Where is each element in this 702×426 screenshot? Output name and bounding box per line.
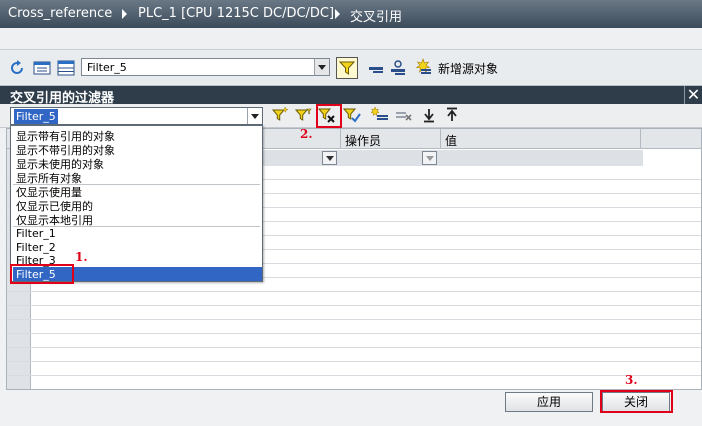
table-row[interactable] xyxy=(7,348,701,362)
filter-new-icon[interactable] xyxy=(271,106,289,124)
filter-copy-icon[interactable] xyxy=(294,106,312,124)
breadcrumb-separator-icon xyxy=(122,9,127,19)
breadcrumb-current: 交叉引用 xyxy=(350,10,403,25)
column-operator[interactable]: 操作员 xyxy=(341,129,441,149)
annotation-box-step2 xyxy=(316,104,342,128)
table-row[interactable] xyxy=(7,306,701,320)
table-row[interactable] xyxy=(7,376,701,389)
filter-select-value: Filter_5 xyxy=(87,61,127,74)
table-row[interactable] xyxy=(7,292,701,306)
refresh-icon[interactable] xyxy=(8,59,26,77)
collapse-icon[interactable] xyxy=(367,59,385,77)
chevron-down-icon[interactable] xyxy=(247,108,262,124)
annotation-box-step3 xyxy=(600,390,673,413)
breadcrumb-plc[interactable]: PLC_1 [CPU 1215C DC/DC/DC] xyxy=(138,6,334,21)
filter-apply-icon[interactable] xyxy=(343,106,361,124)
move-down-icon[interactable] xyxy=(420,106,438,124)
dialog-filter-select[interactable]: Filter_5 xyxy=(10,107,263,125)
chevron-down-icon[interactable] xyxy=(422,151,437,165)
add-row-icon[interactable] xyxy=(371,106,389,124)
list-icon[interactable] xyxy=(33,59,51,77)
new-source-icon[interactable] xyxy=(414,58,432,76)
table-row[interactable] xyxy=(7,334,701,348)
list-item[interactable]: Filter_1 xyxy=(16,227,56,240)
dialog-filter-value: Filter_5 xyxy=(14,109,58,124)
main-toolbar: Filter_5 新增源对象 xyxy=(0,50,702,86)
apply-button[interactable]: 应用 xyxy=(505,392,593,412)
chevron-down-icon[interactable] xyxy=(314,59,329,75)
column-value[interactable]: 值 xyxy=(441,129,641,149)
table-icon[interactable] xyxy=(57,59,75,77)
close-icon[interactable]: ✕ xyxy=(684,86,702,104)
table-row[interactable] xyxy=(7,320,701,334)
annotation-box-step1 xyxy=(10,264,74,284)
table-row[interactable] xyxy=(7,362,701,376)
tree-icon[interactable] xyxy=(389,59,407,77)
list-item[interactable]: Filter_2 xyxy=(16,241,56,254)
chevron-down-icon[interactable] xyxy=(322,151,337,165)
annotation-label-step2: 2. xyxy=(300,127,313,141)
new-source-label[interactable]: 新增源对象 xyxy=(438,60,498,77)
annotation-label-step3: 3. xyxy=(625,373,638,387)
filter-dropdown-list: 显示带有引用的对象 显示不带引用的对象 显示未使用的对象 显示所有对象 仅显示使… xyxy=(10,125,263,282)
breadcrumb-project[interactable]: Cross_reference xyxy=(8,6,112,21)
filter-icon[interactable] xyxy=(336,57,358,79)
breadcrumb-separator-icon xyxy=(335,9,340,19)
editor-header-area xyxy=(0,28,702,50)
move-up-icon[interactable] xyxy=(443,106,461,124)
window-titlebar: Cross_reference PLC_1 [CPU 1215C DC/DC/D… xyxy=(0,0,702,28)
annotation-label-step1: 1. xyxy=(75,250,88,264)
filter-select[interactable]: Filter_5 xyxy=(81,58,330,76)
dialog-titlebar: 交叉引用的过滤器 xyxy=(0,86,702,106)
delete-row-icon[interactable] xyxy=(395,106,413,124)
